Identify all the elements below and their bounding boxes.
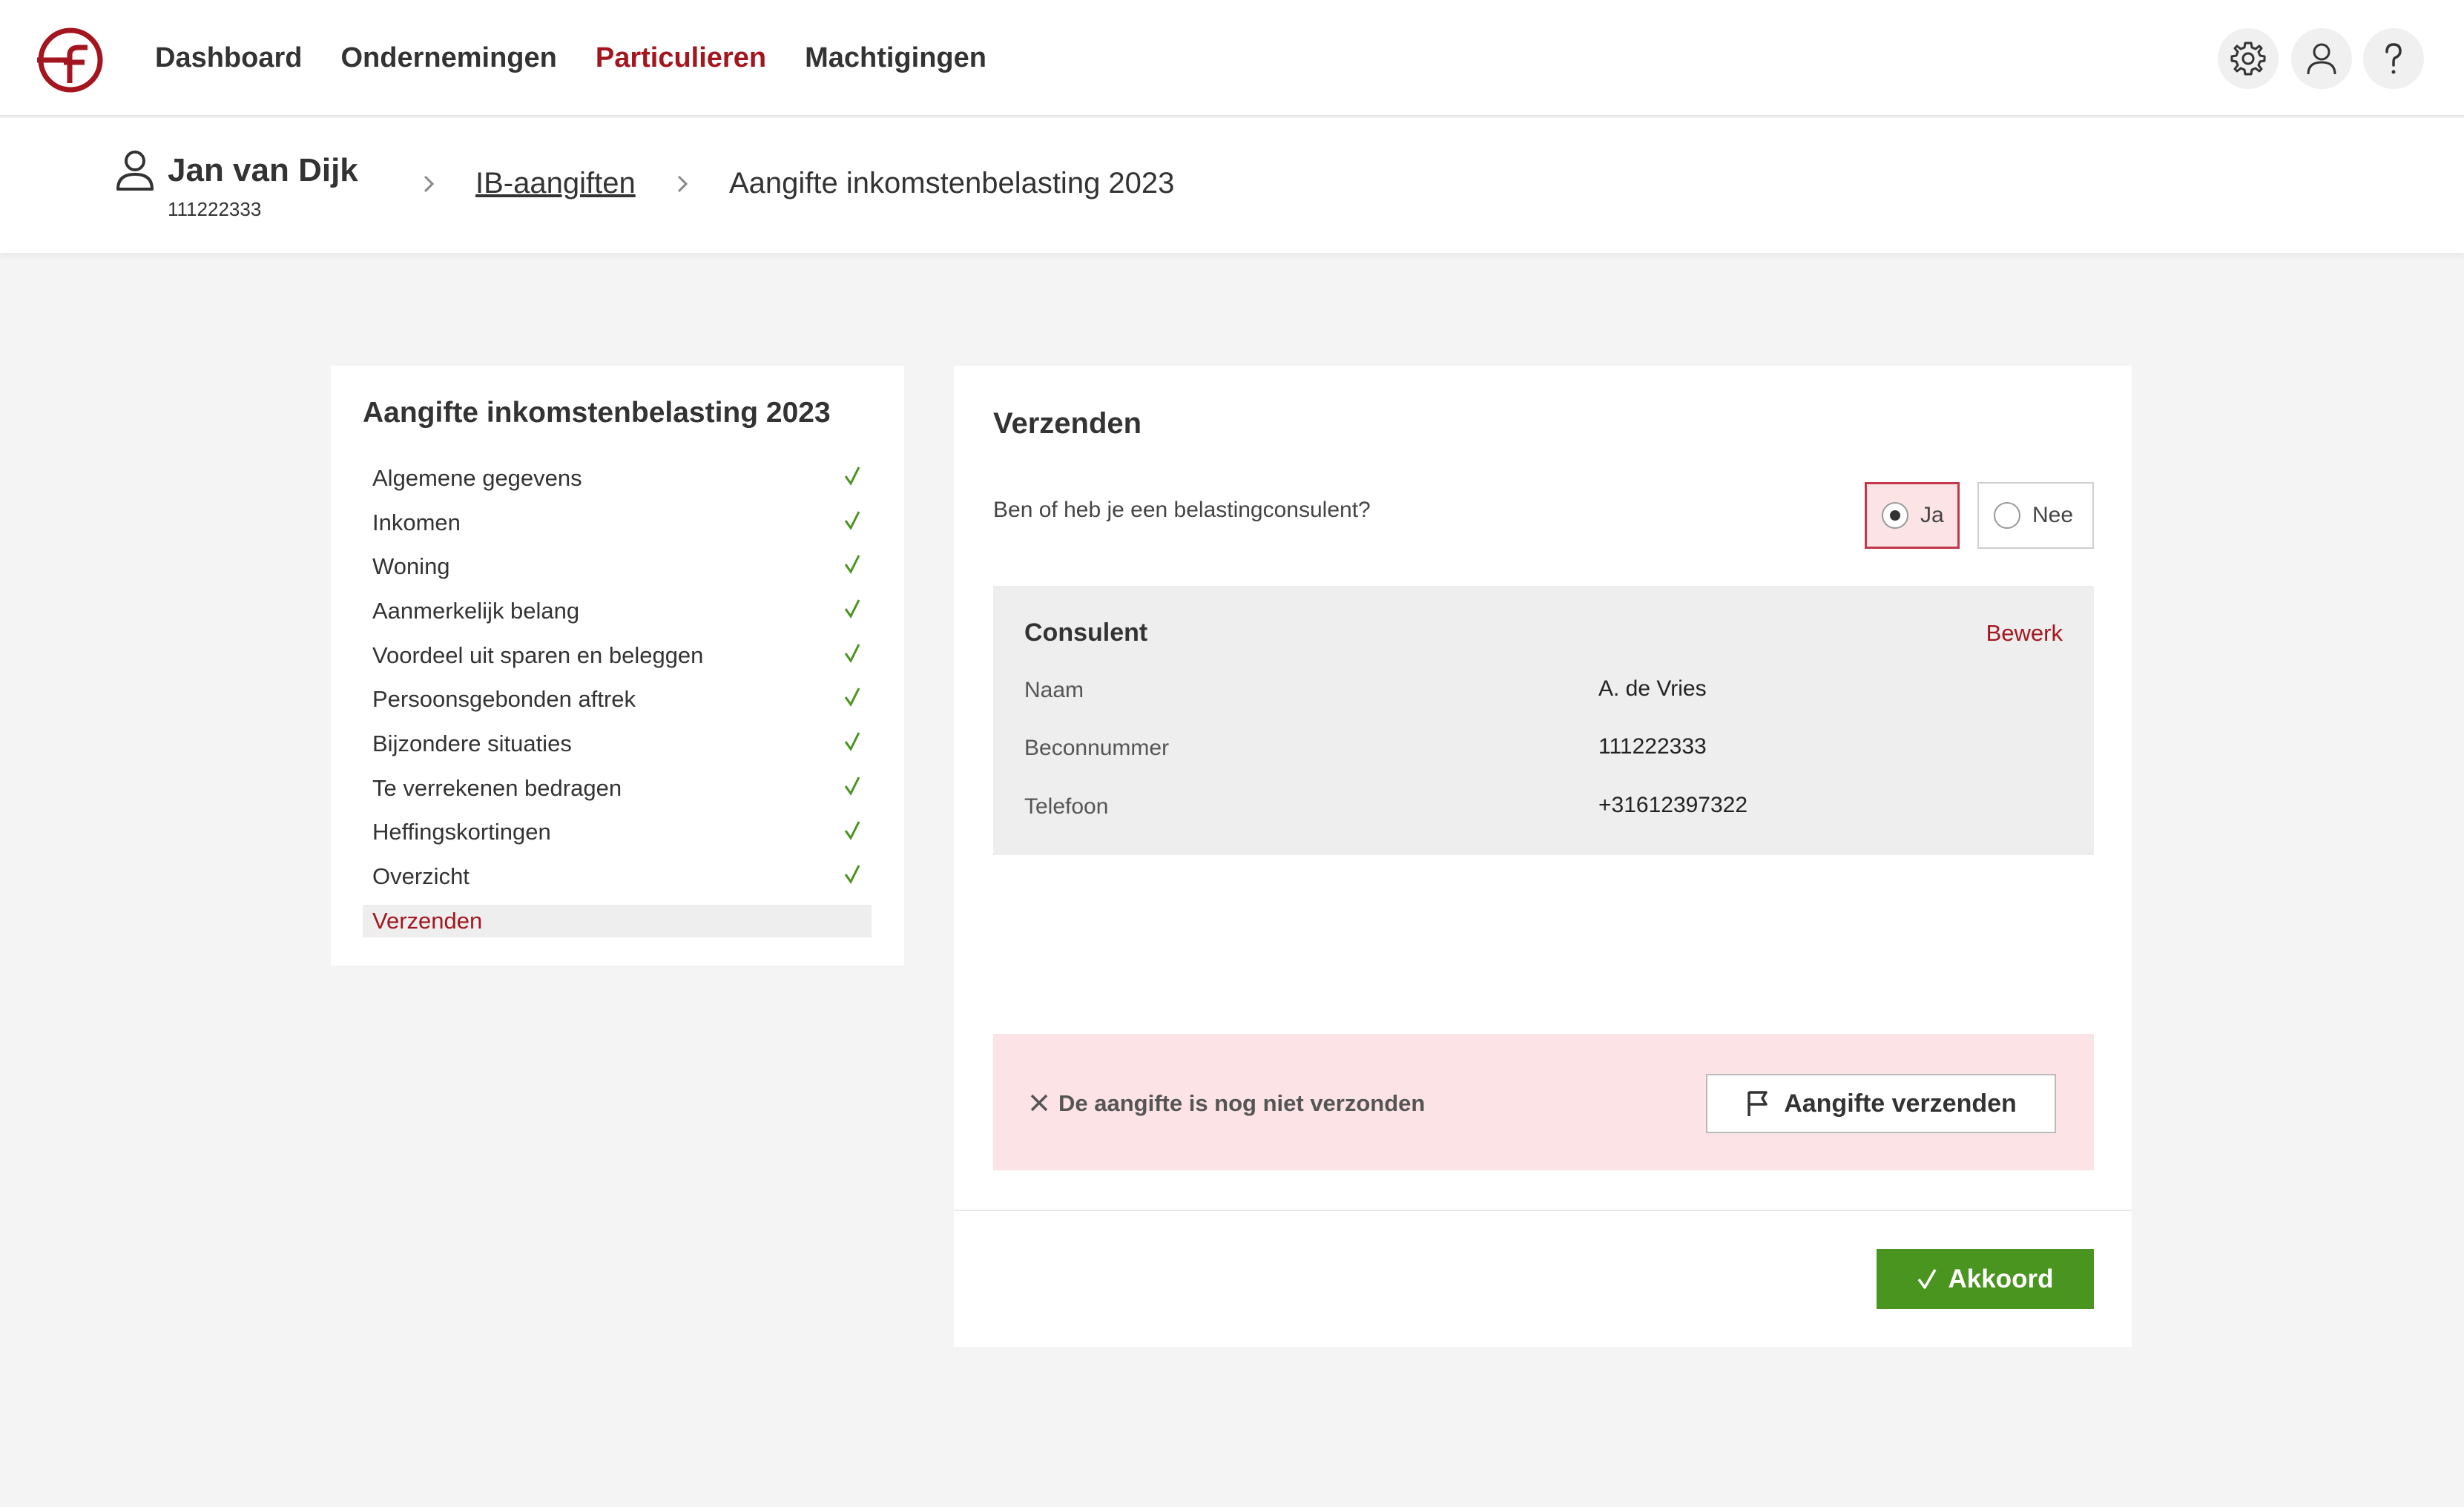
edit-link[interactable]: Bewerk	[1986, 620, 2063, 647]
radio-option-ja[interactable]: Ja	[1865, 482, 1960, 549]
radio-button[interactable]	[1994, 502, 2020, 529]
checkmark-icon	[844, 511, 860, 530]
sidebar-step-item[interactable]: Woning	[363, 544, 872, 589]
breadcrumb-bar: Jan van Dijk 111222333 IB-aangiften Aang…	[0, 118, 2464, 253]
flag-icon	[1747, 1091, 1768, 1116]
checkmark-icon	[1917, 1268, 1937, 1289]
divider	[954, 1210, 2132, 1211]
akkoord-label: Akkoord	[1948, 1264, 2054, 1293]
sidebar-step-label: Persoonsgebonden aftrek	[372, 686, 636, 713]
step-list: Algemene gegevens Inkomen Woning Aanmerkeli…	[363, 456, 872, 937]
consultant-card: Consulent Bewerk Naam A. de Vries Beconn…	[993, 586, 2094, 855]
sidebar-step-item[interactable]: Bijzondere situaties	[363, 722, 872, 766]
sidebar-step-label: Voordeel uit sparen en beleggen	[372, 642, 704, 668]
client-name: Jan van Dijk	[168, 152, 358, 188]
checkmark-icon	[844, 599, 860, 619]
checkmark-icon	[844, 776, 860, 796]
consultant-title: Consulent	[1024, 619, 1148, 647]
sidebar-step-label: Algemene gegevens	[372, 464, 582, 491]
nav-item-dashboard[interactable]: Dashboard	[155, 42, 302, 74]
step-sidebar: Aangifte inkomstenbelasting 2023 Algemen…	[331, 366, 904, 966]
profile-button[interactable]	[2291, 28, 2352, 89]
sidebar-step-label: Verzenden	[372, 907, 483, 934]
sidebar-title: Aangifte inkomstenbelasting 2023	[363, 397, 831, 429]
sidebar-step-label: Heffingskortingen	[372, 819, 551, 845]
sidebar-step-item[interactable]: Verzenden	[363, 904, 872, 937]
consultant-becon-value: 111222333	[1598, 734, 1707, 759]
help-icon	[2385, 43, 2402, 74]
radio-button[interactable]	[1882, 502, 1908, 529]
consultant-phone-value: +31612397322	[1598, 793, 1748, 817]
sidebar-step-item[interactable]: Overzicht	[363, 854, 872, 899]
main-nav: Dashboard Ondernemingen Particulieren Ma…	[155, 0, 986, 116]
help-button[interactable]	[2363, 28, 2424, 89]
sidebar-step-item[interactable]: Aanmerkelijk belang	[363, 589, 872, 633]
sidebar-step-label: Overzicht	[372, 863, 470, 890]
send-return-button[interactable]: Aangifte verzenden	[1706, 1074, 2056, 1133]
checkmark-icon	[844, 820, 860, 840]
consultant-becon-label: Beconnummer	[1024, 736, 1170, 760]
user-icon	[2307, 43, 2336, 75]
checkmark-icon	[844, 732, 860, 752]
breadcrumb-current: Aangifte inkomstenbelasting 2023	[729, 167, 1175, 199]
settings-button[interactable]	[2218, 28, 2279, 89]
close-icon	[1030, 1094, 1048, 1112]
consultant-name-label: Naam	[1024, 678, 1084, 702]
sidebar-step-item[interactable]: Inkomen	[363, 501, 872, 545]
nav-item-ondernemingen[interactable]: Ondernemingen	[340, 42, 556, 74]
chevron-right-icon	[677, 175, 688, 193]
nav-item-machtigingen[interactable]: Machtigingen	[805, 42, 986, 74]
sidebar-step-label: Te verrekenen bedragen	[372, 774, 622, 801]
client-id: 111222333	[168, 198, 262, 220]
nav-item-particulieren[interactable]: Particulieren	[596, 42, 766, 74]
checkmark-icon	[844, 555, 860, 575]
sidebar-step-label: Bijzondere situaties	[372, 730, 572, 756]
chevron-right-icon	[424, 175, 435, 193]
consultant-phone-label: Telefoon	[1024, 794, 1109, 819]
consultant-question: Ben of heb je een belastingconsulent?	[993, 498, 1371, 522]
checkmark-icon	[844, 644, 860, 663]
logo-icon[interactable]	[36, 25, 105, 95]
page-title: Verzenden	[993, 407, 1142, 440]
radio-label: Nee	[2032, 503, 2074, 527]
consultant-name-value: A. de Vries	[1598, 676, 1707, 701]
checkmark-icon	[844, 687, 860, 708]
sidebar-step-label: Aanmerkelijk belang	[372, 597, 580, 624]
akkoord-button[interactable]: Akkoord	[1877, 1249, 2094, 1309]
sidebar-step-label: Woning	[372, 553, 450, 580]
client-user-icon	[116, 151, 154, 191]
sidebar-step-label: Inkomen	[372, 509, 461, 535]
breadcrumb-link-ib-aangiften[interactable]: IB-aangiften	[475, 167, 636, 200]
sidebar-step-item[interactable]: Persoonsgebonden aftrek	[363, 677, 872, 722]
send-return-label: Aangifte verzenden	[1784, 1089, 2017, 1118]
sidebar-step-item[interactable]: Te verrekenen bedragen	[363, 766, 872, 811]
alert-text: De aangifte is nog niet verzonden	[1058, 1090, 1426, 1116]
sidebar-step-item[interactable]: Voordeel uit sparen en beleggen	[363, 633, 872, 678]
checkmark-icon	[844, 865, 860, 885]
top-navigation-bar: Dashboard Ondernemingen Particulieren Ma…	[0, 0, 2464, 116]
main-panel: Verzenden Ben of heb je een belastingcon…	[954, 366, 2132, 1347]
radio-label: Ja	[1920, 503, 1944, 527]
checkmark-icon	[844, 466, 860, 486]
sidebar-step-item[interactable]: Heffingskortingen	[363, 811, 872, 855]
sidebar-step-item[interactable]: Algemene gegevens	[363, 456, 872, 501]
gear-icon	[2230, 42, 2266, 76]
radio-option-nee[interactable]: Nee	[1977, 482, 2094, 549]
status-alert: De aangifte is nog niet verzonden Aangif…	[993, 1034, 2094, 1170]
